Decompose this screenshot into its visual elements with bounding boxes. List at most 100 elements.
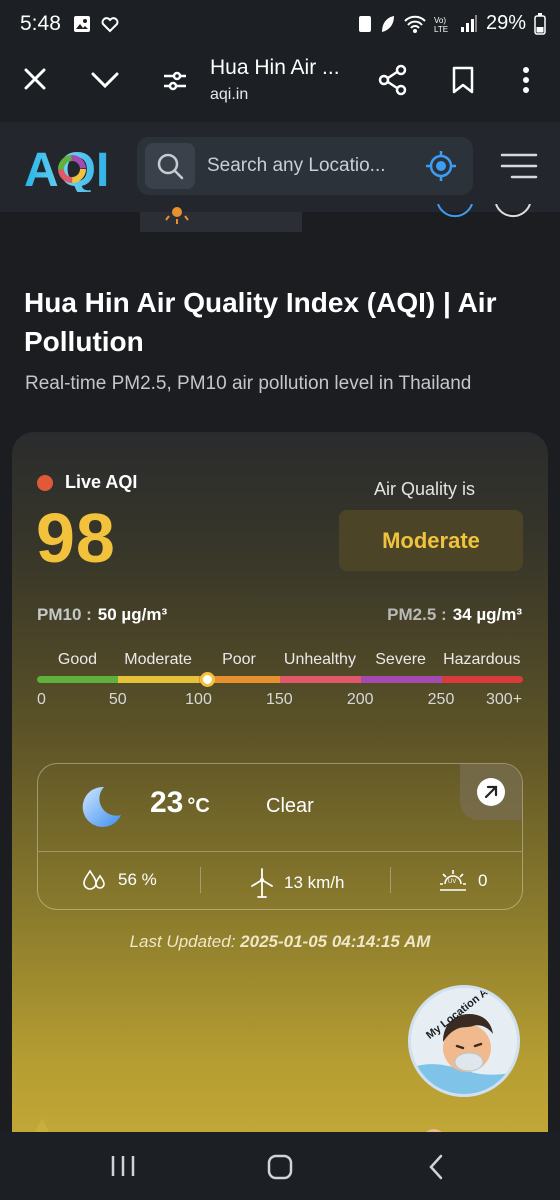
pm10-reading: PM10 : 50 µg/m³ — [37, 605, 167, 625]
scale-tick-label: 150 — [266, 691, 293, 708]
wind-turbine-icon — [251, 868, 273, 898]
weather-condition: Clear — [266, 795, 314, 817]
scale-tick-label: 100 — [185, 691, 212, 708]
svg-text:LTE: LTE — [434, 25, 448, 34]
system-icons: Vo) LTE 29% — [358, 12, 546, 35]
status-bar: 5:48 Vo) LTE 29% — [0, 0, 560, 48]
wind-stat: 13 km/h — [250, 868, 344, 898]
temperature-value: 23 — [150, 786, 184, 819]
scale-segment — [280, 676, 361, 683]
weather-details-button[interactable] — [460, 764, 522, 820]
wifi-icon — [404, 15, 426, 33]
browser-toolbar: Hua Hin Air ... aqi.in — [0, 48, 560, 122]
humidity-value: 56 % — [118, 870, 157, 889]
site-settings-icon[interactable] — [162, 68, 188, 94]
notification-icons — [72, 14, 120, 34]
scale-category-label: Poor — [222, 651, 256, 668]
page-subtitle: Real-time PM2.5, PM10 air pollution leve… — [25, 373, 472, 394]
locate-me-icon[interactable] — [425, 150, 457, 182]
page-title: Hua Hin Air Quality Index (AQI) | Air Po… — [24, 287, 497, 357]
stat-separator — [200, 867, 201, 893]
scale-tick-label: 200 — [346, 691, 374, 708]
volte-icon: Vo)LTE — [434, 16, 448, 34]
scale-category-label: Severe — [375, 651, 426, 668]
aqi-scale-bar — [37, 676, 523, 683]
partial-circle-button — [437, 204, 531, 218]
uv-icon: UV — [440, 870, 466, 891]
status-time: 5:48 — [20, 12, 61, 35]
chevron-down-icon[interactable] — [91, 72, 119, 88]
aqi-value: 98 — [36, 499, 116, 577]
search-button[interactable] — [145, 143, 195, 189]
uv-value: 0 — [478, 871, 488, 890]
sim-icon — [358, 15, 371, 32]
heart-sync-icon — [101, 17, 119, 33]
pm10-value: 50 µg/m³ — [97, 605, 168, 624]
site-header: AQI — [0, 122, 560, 212]
scale-tick-label: 300+ — [486, 691, 523, 708]
search-icon — [157, 153, 184, 180]
air-quality-is-label: Air Quality is — [374, 479, 476, 499]
svg-text:Vo): Vo) — [434, 16, 446, 25]
svg-text:AQI: AQI — [24, 144, 109, 192]
aqi-scale-marker — [200, 672, 216, 687]
battery-icon — [534, 12, 546, 35]
leaf-icon — [381, 15, 394, 32]
pm25-label: PM2.5 : — [387, 605, 447, 624]
scale-segment — [37, 676, 118, 683]
pm25-value: 34 µg/m³ — [452, 605, 522, 624]
wind-value: 13 km/h — [284, 873, 345, 892]
search-box[interactable] — [137, 137, 473, 195]
stat-separator — [390, 867, 391, 893]
weather-tab-peek — [140, 207, 302, 232]
last-updated-label: Last Updated: — [129, 932, 236, 951]
browser-url[interactable]: aqi.in — [210, 86, 248, 104]
battery-level: 29% — [485, 12, 526, 34]
humidity-icon — [83, 869, 105, 890]
pm10-label: PM10 : — [37, 605, 92, 624]
last-updated-timestamp: 2025-01-05 04:14:15 AM — [240, 932, 431, 951]
live-indicator-dot — [37, 475, 53, 491]
home-icon[interactable] — [267, 1154, 293, 1180]
scale-tick-label: 50 — [108, 691, 127, 708]
gallery-icon — [74, 16, 90, 32]
search-input[interactable] — [207, 151, 407, 181]
temperature: 23 °C — [150, 786, 210, 820]
scale-segment — [118, 676, 199, 683]
uv-stat: UV 0 — [438, 868, 487, 894]
scale-segment — [442, 676, 523, 683]
scale-category-label: Hazardous — [443, 651, 521, 668]
sun-icon — [165, 207, 189, 224]
aqi-scale-ticks: 0 50 100 150 200 250 300+ — [37, 691, 522, 713]
live-aqi-label: Live AQI — [65, 472, 138, 492]
pm25-reading: PM2.5 : 34 µg/m³ — [387, 605, 522, 625]
signal-icon — [460, 14, 477, 32]
aqi-scale-categories: Good Moderate Poor Unhealthy Severe Hazardous — [37, 651, 522, 675]
weather-divider — [38, 851, 522, 852]
scale-tick-label: 0 — [37, 691, 46, 708]
close-icon[interactable] — [24, 68, 46, 90]
back-icon[interactable] — [428, 1154, 444, 1180]
browser-page-title[interactable]: Hua Hin Air ... — [210, 56, 340, 80]
share-icon[interactable] — [378, 64, 408, 96]
scale-category-label: Good — [57, 651, 98, 668]
aqi-card: Live AQI 98 Air Quality is Moderate PM10… — [12, 432, 548, 1172]
recent-apps-icon[interactable] — [110, 1155, 136, 1177]
moon-icon — [82, 786, 121, 827]
scale-segment — [361, 676, 442, 683]
air-quality-status-badge: Moderate — [339, 510, 523, 571]
scale-tick-label: 250 — [427, 691, 455, 708]
svg-text:UV: UV — [448, 879, 456, 885]
more-options-icon[interactable] — [522, 66, 530, 94]
aqi-logo[interactable]: AQI — [24, 142, 114, 192]
last-updated: Last Updated: 2025-01-05 04:14:15 AM — [12, 932, 548, 952]
bookmark-icon[interactable] — [451, 66, 475, 94]
humidity-stat: 56 % — [82, 868, 157, 892]
scale-category-label: Moderate — [124, 651, 192, 668]
menu-icon[interactable] — [500, 153, 538, 179]
weather-box: 23 °C Clear 56 % 13 km/h UV 0 — [37, 763, 523, 910]
system-navigation-bar — [0, 1132, 560, 1200]
arrow-up-right-icon — [477, 778, 505, 806]
temperature-unit: °C — [187, 795, 210, 817]
scale-category-label: Unhealthy — [283, 651, 356, 668]
